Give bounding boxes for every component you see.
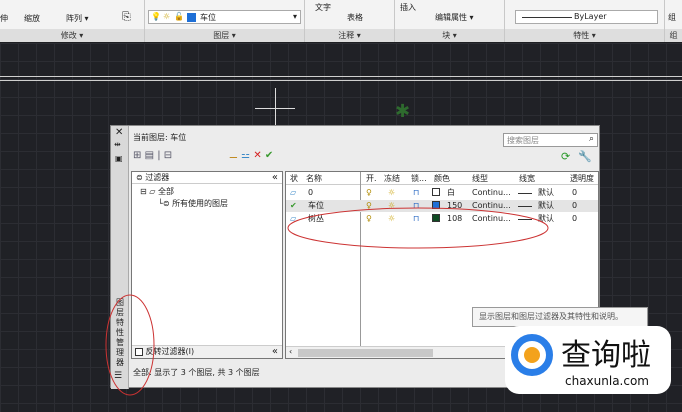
watermark-logo-icon (511, 334, 553, 376)
watermark-url: chaxunla.com (565, 374, 649, 388)
watermark-name: 查询啦 (561, 338, 651, 373)
tooltip: 显示图层和图层过滤器及其特性和说明。 (472, 307, 648, 327)
watermark: 查询啦 chaxunla.com (505, 326, 671, 394)
